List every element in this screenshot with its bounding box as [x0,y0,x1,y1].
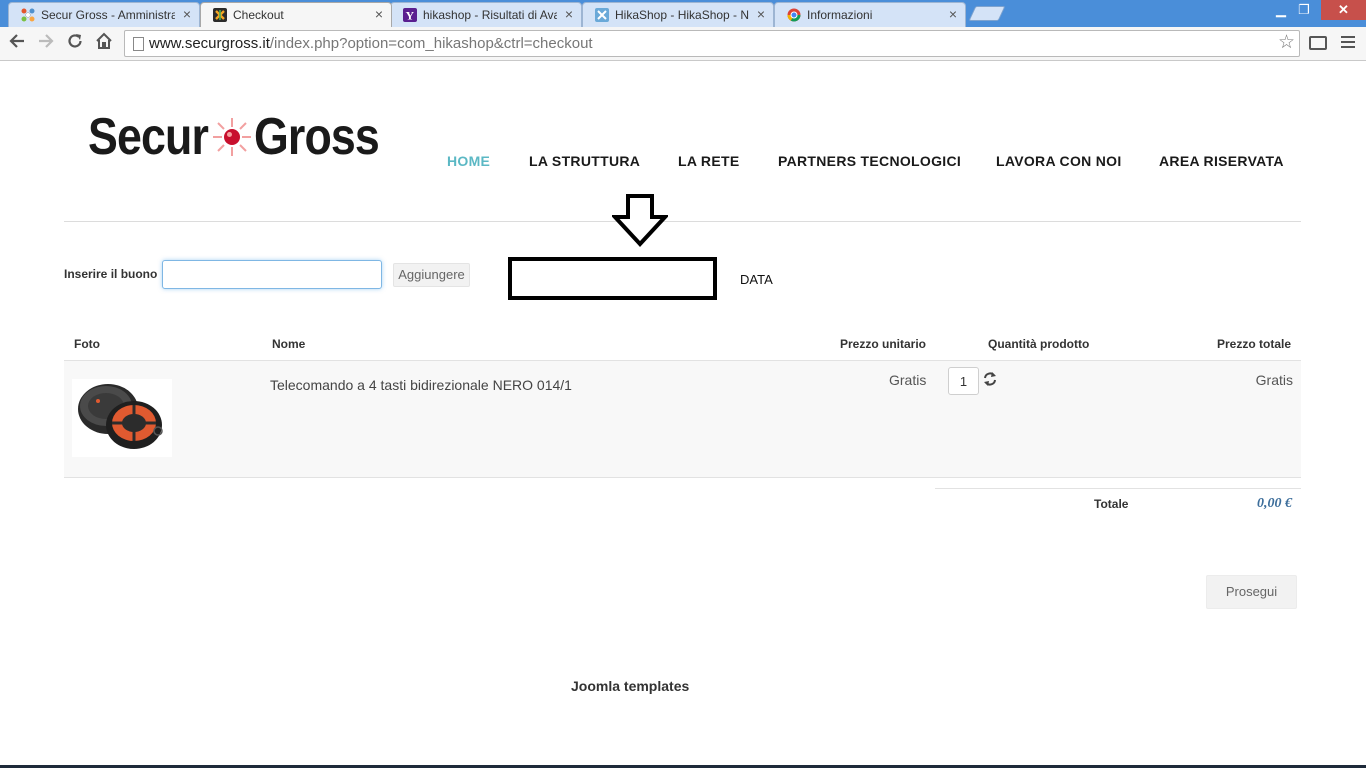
close-icon[interactable]: × [565,6,573,22]
new-tab-button[interactable] [968,6,1006,21]
column-header-photo: Foto [74,337,100,351]
proceed-button[interactable]: Prosegui [1206,575,1297,609]
browser-tab-2[interactable]: Checkout × [200,2,392,27]
svg-text:Y: Y [406,9,415,23]
back-icon[interactable] [6,32,28,54]
tab-title: Informazioni [807,8,873,22]
annotation-label: DATA [740,272,773,287]
product-name[interactable]: Telecomando a 4 tasti bidirezionale NERO… [270,377,572,393]
chrome-icon [787,8,801,22]
nav-home[interactable]: HOME [447,152,490,170]
forward-icon[interactable] [35,32,57,54]
hikashop-icon [213,8,227,22]
header-divider [64,221,1301,222]
column-header-name: Nome [272,337,306,351]
coupon-input[interactable] [162,260,382,289]
close-icon[interactable]: × [757,6,765,22]
column-header-unit-price: Prezzo unitario [840,337,927,351]
total-value: 0,00 € [1257,496,1292,511]
nav-partners-tecnologici[interactable]: PARTNERS TECNOLOGICI [778,152,961,170]
coupon-label: Inserire il buono [64,267,158,281]
footer-joomla-templates-link[interactable]: Joomla templates [571,678,689,694]
close-icon[interactable]: × [375,6,383,22]
tab-title: hikashop - Risultati di Ava [423,8,557,22]
browser-tabstrip: Secur Gross - Amministraz × Checkout × Y… [0,0,1366,27]
reload-icon[interactable] [64,32,86,54]
page-icon [133,37,144,51]
joomla-icon [21,8,35,22]
quantity-input[interactable] [948,367,979,395]
nav-area-riservata[interactable]: AREA RISERVATA [1159,152,1284,170]
main-navigation: HOME LA STRUTTURA LA RETE PARTNERS TECNO… [0,152,1366,172]
nav-lavora-con-noi[interactable]: LAVORA CON NOI [996,152,1122,170]
browser-tab-3[interactable]: Y hikashop - Risultati di Ava × [390,2,582,27]
browser-toolbar: www.securgross.it/index.php?option=com_h… [0,27,1366,61]
cast-icon[interactable] [1309,36,1327,50]
annotation-highlight-box [508,257,717,300]
total-label: Totale [1094,497,1129,511]
product-image[interactable] [72,379,172,457]
nav-la-rete[interactable]: LA RETE [678,152,739,170]
table-row: Telecomando a 4 tasti bidirezionale NERO… [64,361,1301,478]
page-content: Secur Gross HOME LA STRUTTURA LA RETE PA… [0,62,1366,768]
cart-table-header: Foto Nome Prezzo unitario Quantità prodo… [64,337,1301,361]
product-total-price: Gratis [1255,372,1293,388]
product-unit-price: Gratis [889,372,927,388]
browser-tab-1[interactable]: Secur Gross - Amministraz × [8,2,200,27]
close-icon[interactable]: × [183,6,191,22]
total-divider [935,488,1301,489]
column-header-quantity: Quantità prodotto [988,337,1090,351]
yahoo-icon: Y [403,8,417,23]
tab-title: Checkout [233,8,284,22]
menu-icon[interactable] [1341,36,1355,50]
refresh-quantity-icon[interactable] [983,371,997,387]
hikashop-icon [595,8,609,22]
tab-title: Secur Gross - Amministraz [41,8,175,22]
down-arrow-icon [612,194,668,247]
home-icon[interactable] [93,32,115,54]
column-header-total-price: Prezzo totale [1217,337,1292,351]
tab-title: HikaShop - HikaShop - Ne [615,8,749,22]
add-coupon-button[interactable]: Aggiungere [393,263,470,287]
close-icon[interactable]: × [949,6,957,22]
address-bar[interactable]: www.securgross.it/index.php?option=com_h… [124,30,1300,57]
browser-tab-4[interactable]: HikaShop - HikaShop - Ne × [582,2,774,27]
nav-la-struttura[interactable]: LA STRUTTURA [529,152,640,170]
bookmark-star-icon[interactable]: ☆ [1278,32,1295,54]
window-close-icon[interactable]: ✕ [1321,0,1366,20]
browser-tab-5[interactable]: Informazioni × [774,2,966,27]
restore-icon[interactable]: ❐ [1291,0,1317,20]
url-text: www.securgross.it/index.php?option=com_h… [149,35,593,52]
